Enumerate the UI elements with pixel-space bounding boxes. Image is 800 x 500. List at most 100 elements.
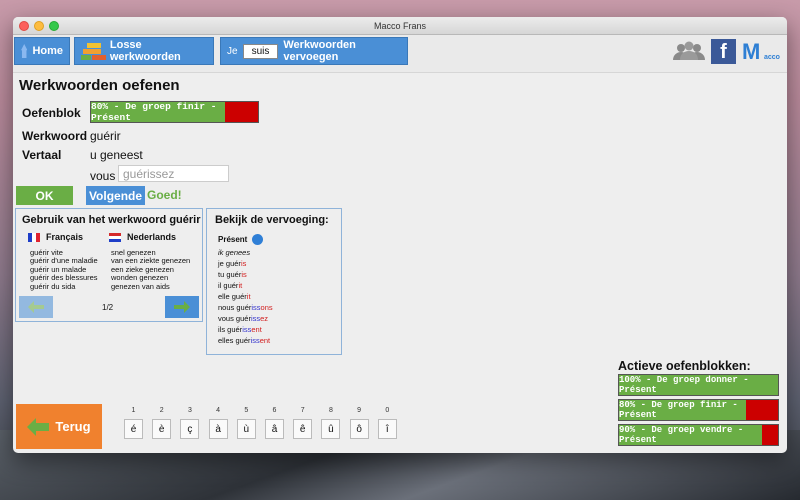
home-label: Home [32,45,63,57]
usage-panel: Gebruik van het werkwoord guérir Françai… [15,208,203,322]
usage-title: Gebruik van het werkwoord guérir [22,214,201,226]
next-page-button[interactable] [165,296,199,318]
vertaal-value: u geneest [90,148,143,162]
active-block-label: 100% - De groep donner - Présent [619,375,749,395]
active-block-item[interactable]: 90% - De groep vendre - Présent [618,424,779,446]
conjugation-row: tu guéris [218,270,247,279]
active-block-item[interactable]: 100% - De groep donner - Présent [618,374,779,396]
losse-werkwoorden-label: Losse werkwoorden [109,39,181,63]
macco-logo[interactable]: M acco [742,39,786,65]
conjugation-row: vous guérissez [218,314,269,323]
col-french: Français [28,232,83,243]
active-blocks-title: Actieve oefenblokken: [618,359,751,373]
col-dutch: Nederlands [109,232,176,243]
french-usage-list: guérir vite guérir d'une maladie guérir … [30,248,98,291]
page-indicator: 1/2 [102,303,114,312]
home-icon [21,44,28,58]
char-key[interactable]: 7ê [293,407,313,439]
france-flag-icon [28,233,40,243]
key-number: 8 [328,407,333,414]
oefenblok-label: Oefenblok [22,106,81,120]
conjugation-list: ik genees je guéris tu guéris il guérit ell… [218,247,273,346]
facebook-icon[interactable]: f [711,39,736,64]
key-char[interactable]: ê [293,419,313,439]
audio-play-icon[interactable] [252,234,264,245]
key-char[interactable]: à [208,419,228,439]
arrow-left-icon [28,301,44,313]
app-window: Macco Frans Home Losse werkwoorden Je su… [13,17,787,453]
blocks-icon [81,41,106,61]
previous-page-button[interactable] [19,296,53,318]
conjugation-panel: Bekijk de vervoeging: Présent ik genees … [206,208,342,355]
key-number: 3 [187,407,192,414]
conjugation-row: ils guérissent [218,325,262,334]
close-window-button[interactable] [19,21,29,31]
werkwoord-label: Werkwoord [22,129,88,143]
je-suis-field: suis [242,43,279,59]
key-number: 5 [244,407,249,414]
ok-button[interactable]: OK [16,186,73,205]
tense-label: Présent [218,234,264,245]
key-number: 6 [272,407,277,414]
key-char[interactable]: â [265,419,284,439]
terug-label: Terug [55,419,91,434]
conjugation-row: nous guérissons [218,303,273,312]
vertaal-label: Vertaal [22,148,62,162]
je-label: Je [227,45,238,57]
minimize-window-button[interactable] [34,21,44,31]
char-key[interactable]: 3ç [180,407,200,439]
terug-button[interactable]: Terug [16,404,102,449]
page-title: Werkwoorden oefenen [19,77,180,94]
char-key[interactable]: 2è [152,407,172,439]
zoom-window-button[interactable] [49,21,59,31]
key-number: 4 [216,407,221,414]
arrow-right-icon [174,301,190,313]
char-key[interactable]: 4à [208,407,228,439]
key-char[interactable]: î [377,419,397,439]
users-icon[interactable] [672,41,706,64]
key-char[interactable]: ç [180,419,200,439]
active-block-label: 80% - De groep finir - Présent [619,400,738,420]
oefenblok-text: 80% - De groep finir - Présent [91,101,217,123]
home-button[interactable]: Home [14,37,70,65]
toolbar: Home Losse werkwoorden Je suis Werkwoord… [13,35,787,73]
conjugation-row: il guérit [218,281,243,290]
char-key[interactable]: 6â [265,407,284,439]
oefenblok-progress[interactable]: 80% - De groep finir - Présent [90,101,259,123]
list-item: guérir du sida [30,281,76,291]
char-key[interactable]: 5ù [236,407,256,439]
key-number: 7 [300,407,305,414]
feedback-text: Goed! [147,188,182,202]
active-block-item[interactable]: 80% - De groep finir - Présent [618,399,779,421]
volgende-button[interactable]: Volgende [86,186,145,205]
char-key[interactable]: 9ô [349,407,369,439]
arrow-left-icon [27,417,50,436]
dutch-usage-list: snel genezen van een ziekte genezen een … [111,248,190,291]
char-key[interactable]: 8û [321,407,341,439]
key-char[interactable]: ô [349,419,369,439]
conjugation-row: elles guérissent [218,336,271,345]
answer-input[interactable]: guérissez [118,165,229,182]
key-char[interactable]: é [124,419,143,439]
key-number: 1 [131,407,136,414]
key-char[interactable]: è [152,419,172,439]
vervoegen-label: Werkwoorden vervoegen [283,39,356,63]
key-char[interactable]: û [321,419,341,439]
active-block-label: 90% - De groep vendre - Présent [619,425,744,445]
key-number: 0 [385,407,390,414]
subject-label: vous [90,169,116,183]
window-title: Macco Frans [373,21,426,31]
dutch-form: ik genees [218,248,251,257]
conjugation-row: elle guérit [218,292,251,301]
title-bar: Macco Frans [13,17,787,35]
conjugation-row: je guéris [218,259,247,268]
werkwoorden-vervoegen-button[interactable]: Je suis Werkwoorden vervoegen [220,37,408,65]
losse-werkwoorden-button[interactable]: Losse werkwoorden [74,37,214,65]
key-number: 2 [159,407,164,414]
conjugation-title: Bekijk de vervoeging: [215,214,329,226]
netherlands-flag-icon [109,233,121,243]
key-char[interactable]: ù [236,419,256,439]
char-key[interactable]: 1é [124,407,143,439]
werkwoord-value: guérir [90,129,121,143]
char-key[interactable]: 0î [377,407,397,439]
